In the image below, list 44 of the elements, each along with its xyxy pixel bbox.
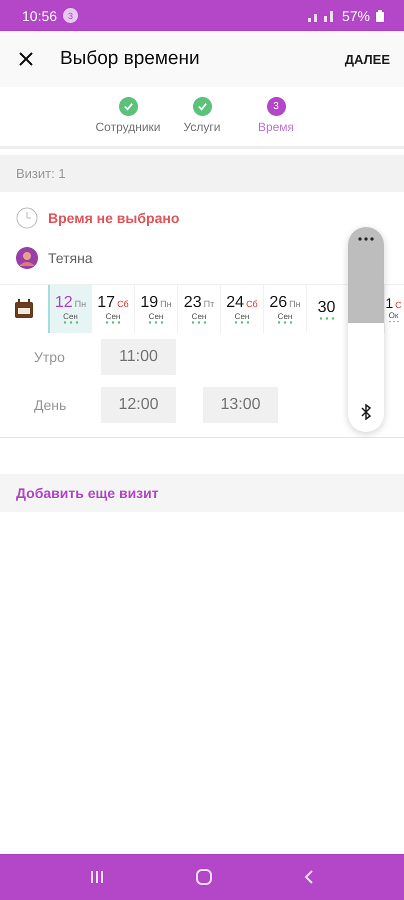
- availability-dots-icon: [276, 321, 294, 324]
- bluetooth-icon[interactable]: [360, 404, 372, 420]
- employee-name: Тетяна: [48, 250, 93, 266]
- signal-icon: [306, 10, 336, 22]
- time-slot[interactable]: 13:00: [203, 387, 278, 423]
- avatar: [16, 247, 38, 269]
- step-label: Время: [258, 120, 294, 134]
- notification-badge: 3: [63, 8, 78, 23]
- step-label: Услуги: [184, 120, 220, 134]
- availability-dots-icon: [318, 316, 336, 320]
- screen-title: Выбор времени: [60, 48, 201, 70]
- period-label: Утро: [34, 349, 66, 365]
- clock-icon: [16, 207, 38, 229]
- next-button[interactable]: ДАЛЕЕ: [340, 48, 394, 70]
- close-icon[interactable]: [18, 51, 34, 67]
- availability-dots-icon: [190, 321, 208, 324]
- availability-dots-icon: [62, 321, 80, 324]
- step-number: 3: [266, 97, 286, 116]
- availability-dots-icon: [233, 321, 251, 324]
- date-item[interactable]: 17 Сб Сен: [91, 285, 134, 333]
- recents-icon[interactable]: [89, 870, 105, 884]
- visit-header: Визит: 1: [0, 155, 404, 192]
- back-icon[interactable]: [303, 869, 315, 885]
- time-status: Время не выбрано: [48, 210, 180, 226]
- time-slot[interactable]: 11:00: [101, 339, 176, 375]
- battery-icon: [376, 10, 384, 22]
- date-item[interactable]: 24 Сб Сен: [220, 285, 263, 333]
- period-label: День: [34, 397, 68, 413]
- calendar-icon[interactable]: [14, 299, 34, 319]
- date-item[interactable]: 26 Пн Сен: [263, 285, 306, 333]
- add-visit-button[interactable]: Добавить еще визит: [0, 474, 404, 512]
- availability-dots-icon: [147, 321, 165, 324]
- availability-dots-icon: [104, 321, 122, 324]
- date-item[interactable]: 30: [306, 285, 346, 333]
- battery-level: 57%: [342, 8, 370, 24]
- date-item[interactable]: 12 Пн Сен: [48, 285, 91, 333]
- time-slot[interactable]: 12:00: [101, 387, 176, 423]
- home-icon[interactable]: [195, 868, 213, 886]
- step-label: Сотрудники: [96, 120, 160, 134]
- date-item[interactable]: 19 Пн Сен: [134, 285, 177, 333]
- status-time: 10:56: [22, 8, 58, 24]
- date-item[interactable]: 23 Пт Сен: [177, 285, 220, 333]
- more-icon[interactable]: [357, 237, 375, 241]
- availability-dots-icon: [388, 320, 400, 323]
